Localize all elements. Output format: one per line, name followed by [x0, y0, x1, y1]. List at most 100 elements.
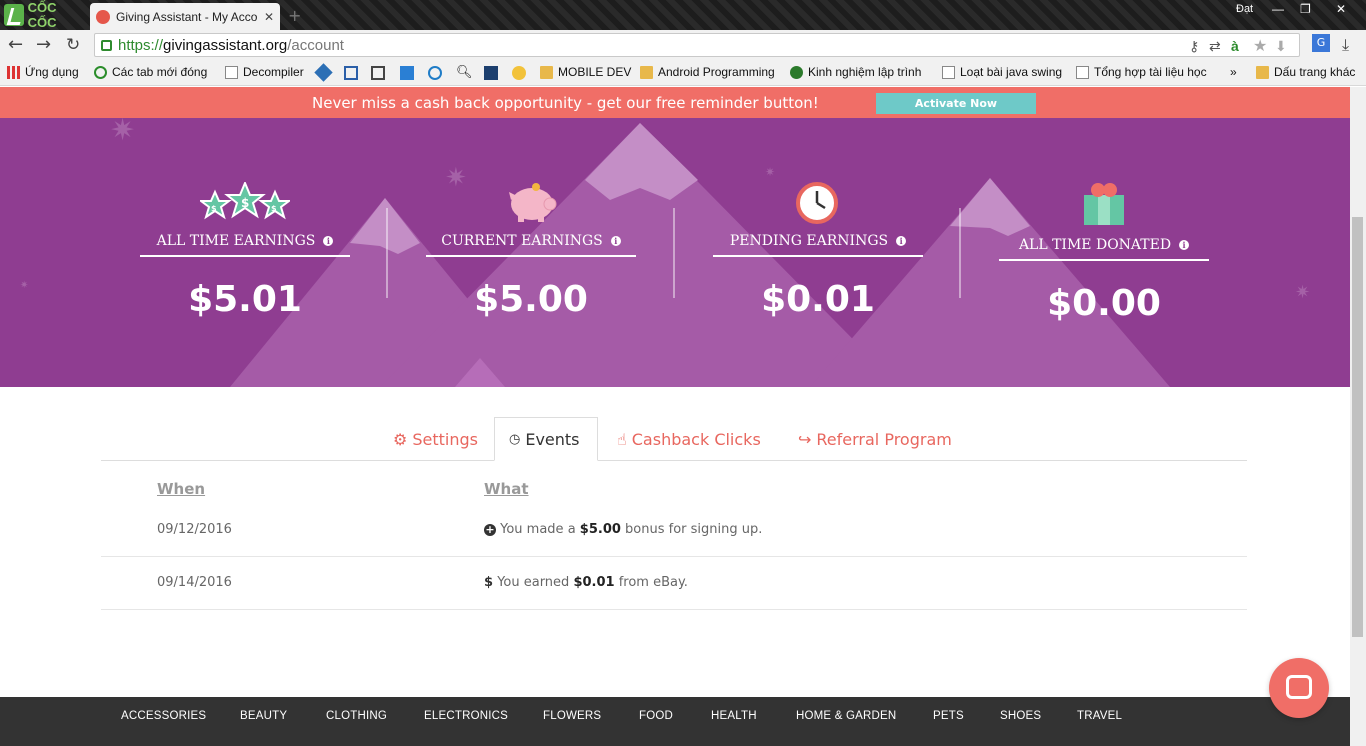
bookmarks-overflow[interactable]: »: [1230, 65, 1237, 79]
footer-category-link[interactable]: HOME & GARDEN: [796, 710, 896, 722]
extension-icon[interactable]: G: [1312, 34, 1330, 52]
dollar-icon: $: [484, 575, 494, 590]
bookmark-star-icon[interactable]: ★: [1253, 36, 1267, 56]
tab-referral-program-label: Referral Program: [816, 429, 952, 449]
footer-category-link[interactable]: FLOWERS: [543, 710, 601, 722]
back-icon[interactable]: ←: [8, 35, 23, 55]
stat-label: PENDING EARNINGS i: [713, 233, 923, 257]
bookmark-apps[interactable]: Ứng dụng: [7, 65, 79, 79]
svg-text:✷: ✷: [20, 280, 28, 291]
info-icon[interactable]: i: [896, 236, 907, 246]
translate-icon[interactable]: ⇄: [1209, 38, 1221, 55]
footer-category-link[interactable]: PETS: [933, 710, 964, 722]
bookmark-tong-hop[interactable]: Tổng hợp tài liệu học: [1076, 65, 1212, 79]
profile-name[interactable]: Đạt: [1236, 3, 1253, 15]
bookmark-kinh-nghiem[interactable]: Kinh nghiệm lập trình: [790, 65, 930, 79]
url-scheme: https://: [118, 36, 164, 54]
scrollbar-thumb[interactable]: [1352, 217, 1363, 637]
download-arrow-icon[interactable]: ⬇: [1275, 38, 1287, 55]
event-description: $ You earned $0.01 from eBay.: [484, 575, 688, 590]
footer-category-link[interactable]: BEAUTY: [240, 710, 287, 722]
browser-tab[interactable]: Giving Assistant - My Acco ✕: [90, 3, 280, 30]
chat-launcher-button[interactable]: [1269, 658, 1329, 718]
tab-referral-program[interactable]: ↪ Referral Program: [784, 417, 966, 461]
clock-icon: [796, 182, 838, 224]
tab-settings-label: Settings: [412, 429, 478, 449]
activate-now-button[interactable]: Activate Now: [876, 93, 1036, 114]
info-icon[interactable]: i: [323, 236, 334, 246]
bookmark-mobile-dev[interactable]: MOBILE DEV: [540, 65, 631, 79]
bookmark-closed-tabs[interactable]: Các tab mới đóng: [94, 65, 207, 79]
apps-grid-icon: [7, 65, 20, 79]
bookmark-java-swing[interactable]: Loạt bài java swing: [942, 65, 1062, 79]
new-tab-icon[interactable]: +: [288, 6, 308, 25]
footer-category-link[interactable]: ACCESSORIES: [121, 710, 206, 722]
banner-message: Never miss a cash back opportunity - get…: [312, 94, 819, 112]
tab-title: Giving Assistant - My Acco: [116, 9, 258, 24]
site-shortcut-icon[interactable]: [400, 66, 414, 80]
tab-settings[interactable]: ⚙ Settings: [379, 417, 492, 461]
tab-cashback-clicks[interactable]: ☝ Cashback Clicks: [603, 417, 775, 461]
info-icon[interactable]: i: [610, 236, 621, 246]
footer-category-link[interactable]: FOOD: [639, 710, 673, 722]
gear-icon: ⚙: [393, 429, 408, 449]
site-shortcut-icon[interactable]: [428, 66, 442, 80]
event-text: You earned: [497, 575, 574, 590]
page-icon: [942, 65, 955, 79]
bookmark-decompiler[interactable]: Decompiler: [225, 65, 304, 79]
bookmark-decompiler-label: Decompiler: [243, 65, 304, 79]
footer-category-link[interactable]: CLOTHING: [326, 710, 387, 722]
bookmark-android-label: Android Programming: [658, 65, 775, 79]
footer-category-link[interactable]: ELECTRONICS: [424, 710, 508, 722]
table-row: 09/14/2016 $ You earned $0.01 from eBay.: [101, 557, 1247, 610]
minimize-icon[interactable]: —: [1272, 2, 1284, 16]
folder-icon: [1256, 65, 1269, 79]
coccoc-logo-icon: [4, 4, 24, 26]
event-text: from eBay.: [614, 575, 688, 590]
bookmark-android[interactable]: Android Programming: [640, 65, 778, 79]
divider: [959, 208, 961, 298]
reload-icon[interactable]: ↻: [66, 35, 80, 55]
footer-category-link[interactable]: HEALTH: [711, 710, 757, 722]
pointer-hand-icon: ☝: [617, 429, 627, 449]
emoji-icon[interactable]: [512, 66, 526, 80]
browser-brand[interactable]: CỐC CỐC: [0, 0, 88, 30]
chat-icon: [1286, 675, 1312, 699]
close-window-icon[interactable]: ✕: [1336, 2, 1346, 16]
svg-text:$: $: [241, 196, 249, 210]
close-tab-icon[interactable]: ✕: [264, 10, 274, 24]
event-amount: $0.01: [573, 575, 615, 590]
vietnamese-input-icon[interactable]: à: [1231, 38, 1239, 54]
search-icon[interactable]: 🔍︎: [456, 64, 473, 80]
tab-events[interactable]: ◷ Events: [494, 417, 598, 461]
svg-text:✷: ✷: [445, 163, 467, 193]
site-shortcut-icon[interactable]: [314, 63, 333, 82]
site-shortcut-icon[interactable]: [484, 66, 498, 80]
site-shortcut-icon[interactable]: [371, 66, 385, 80]
stat-current-earnings: CURRENT EARNINGS i $5.00: [426, 230, 636, 320]
divider: [386, 208, 388, 298]
browser-title-bar: CỐC CỐC Giving Assistant - My Acco ✕ + Đ…: [0, 0, 1366, 30]
column-header-what[interactable]: What: [484, 480, 529, 498]
page-icon: [225, 65, 238, 79]
stat-label-text: ALL TIME EARNINGS: [156, 233, 316, 249]
page-scrollbar[interactable]: [1350, 87, 1366, 746]
bookmark-other[interactable]: Dấu trang khác: [1256, 65, 1355, 79]
key-icon[interactable]: ⚷: [1189, 38, 1199, 55]
info-icon[interactable]: i: [1179, 240, 1190, 250]
address-bar[interactable]: https:// givingassistant.org /account ⚷ …: [94, 33, 1300, 57]
column-header-when[interactable]: When: [157, 480, 205, 498]
bookmarks-bar: Ứng dụng Các tab mới đóng Decompiler 🔍︎ …: [0, 60, 1366, 86]
bookmark-other-label: Dấu trang khác: [1274, 65, 1356, 79]
site-shortcut-icon[interactable]: [344, 66, 358, 80]
footer-category-link[interactable]: TRAVEL: [1077, 710, 1122, 722]
piggy-bank-icon: [509, 183, 557, 222]
svg-text:✷: ✷: [765, 165, 775, 179]
footer-category-link[interactable]: SHOES: [1000, 710, 1041, 722]
event-text: You made a: [500, 522, 580, 537]
url-path: /account: [287, 36, 344, 54]
downloads-icon[interactable]: ⤓: [1342, 35, 1349, 55]
forward-icon[interactable]: →: [36, 35, 51, 55]
restore-icon[interactable]: ❐: [1300, 2, 1311, 16]
plus-circle-icon: +: [484, 523, 496, 536]
